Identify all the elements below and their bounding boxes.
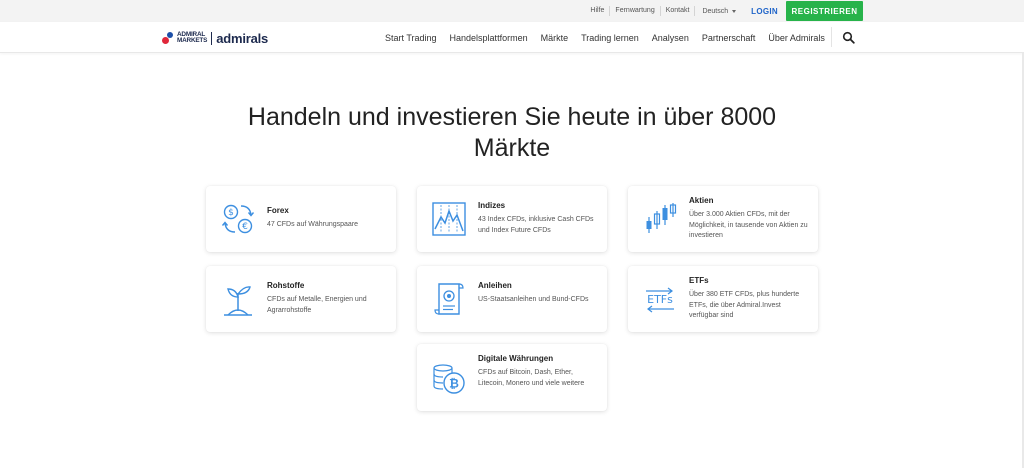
utility-bar: Hilfe Fernwartung Kontakt Deutsch LOGIN … [0, 0, 1024, 22]
language-selector[interactable]: Deutsch [695, 8, 745, 15]
register-button[interactable]: REGISTRIEREN [786, 1, 863, 21]
help-link[interactable]: Hilfe [585, 6, 611, 16]
card-description: CFDs auf Bitcoin, Dash, Ether, Litecoin,… [478, 369, 585, 387]
bitcoin-icon: ₿ [433, 364, 465, 394]
card-title: Indizes [478, 201, 506, 210]
card-description: 47 CFDs auf Währungspaare [267, 221, 359, 228]
logo-wordmark: ADMIRAL MARKETS [177, 31, 213, 45]
card-description: Über 380 ETF CFDs, plus hunderte ETFs, d… [689, 291, 800, 320]
nav-divider [831, 27, 832, 47]
market-card-bonds[interactable]: Anleihen US-Staatsanleihen und Bund-CFDs [417, 266, 607, 332]
nav-menu: Start Trading Handelsplattformen Märkte … [385, 22, 838, 53]
logo-brand: admirals [216, 30, 269, 46]
nav-item-markets[interactable]: Märkte [541, 33, 569, 43]
card-title: Aktien [689, 196, 714, 205]
card-title: Anleihen [478, 281, 512, 290]
nav-item-about[interactable]: Über Admirals [768, 33, 825, 43]
card-description: Über 3.000 Aktien CFDs, mit der Möglichk… [689, 211, 808, 240]
market-card-indices[interactable]: Indizes 43 Index CFDs, inklusive Cash CF… [417, 186, 607, 252]
svg-text:ETFs: ETFs [647, 293, 673, 306]
main-nav: ADMIRAL MARKETS admirals Start Trading H… [0, 22, 1024, 53]
card-title: Rohstoffe [267, 281, 305, 290]
logo[interactable]: ADMIRAL MARKETS admirals [162, 29, 268, 47]
nav-item-analysis[interactable]: Analysen [652, 33, 689, 43]
market-card-crypto[interactable]: ₿ Digitale Währungen CFDs auf Bitcoin, D… [417, 344, 607, 411]
market-card-stocks[interactable]: Aktien Über 3.000 Aktien CFDs, mit der M… [628, 186, 818, 252]
search-icon[interactable] [842, 31, 855, 44]
svg-text:$: $ [228, 208, 234, 218]
market-card-commodities[interactable]: Rohstoffe CFDs auf Metalle, Energien und… [206, 266, 396, 332]
nav-item-partnership[interactable]: Partnerschaft [702, 33, 756, 43]
plant-icon [224, 286, 252, 316]
page-title: Handeln und investieren Sie heute in übe… [247, 103, 777, 162]
market-card-etfs[interactable]: ETFs ETFs Über 380 ETF CFDs, plus hunder… [628, 266, 818, 332]
language-label: Deutsch [702, 7, 729, 15]
remote-support-link[interactable]: Fernwartung [610, 6, 661, 16]
market-card-forex[interactable]: $ € Forex 47 CFDs auf Währungspaare [206, 186, 396, 252]
card-title: ETFs [689, 276, 709, 285]
currency-exchange-icon: $ € [221, 204, 255, 234]
svg-text:₿: ₿ [449, 377, 459, 391]
card-description: CFDs auf Metalle, Energien und Agrarrohs… [267, 296, 367, 314]
card-title: Digitale Währungen [478, 354, 554, 363]
nav-item-learn-trading[interactable]: Trading lernen [581, 33, 639, 43]
nav-item-platforms[interactable]: Handelsplattformen [450, 33, 528, 43]
nav-item-start-trading[interactable]: Start Trading [385, 33, 437, 43]
chevron-down-icon [732, 9, 737, 13]
card-description: US-Staatsanleihen und Bund-CFDs [478, 296, 589, 303]
login-link[interactable]: LOGIN [745, 7, 786, 16]
bond-certificate-icon [434, 283, 464, 315]
candlestick-icon [646, 203, 677, 233]
logo-mark-icon [162, 31, 174, 45]
index-chart-icon [432, 202, 466, 236]
card-description: 43 Index CFDs, inklusive Cash CFDs und I… [478, 216, 594, 234]
etf-icon: ETFs [646, 287, 674, 313]
svg-text:€: € [242, 222, 248, 232]
card-title: Forex [267, 206, 289, 215]
contact-link[interactable]: Kontakt [661, 6, 696, 16]
